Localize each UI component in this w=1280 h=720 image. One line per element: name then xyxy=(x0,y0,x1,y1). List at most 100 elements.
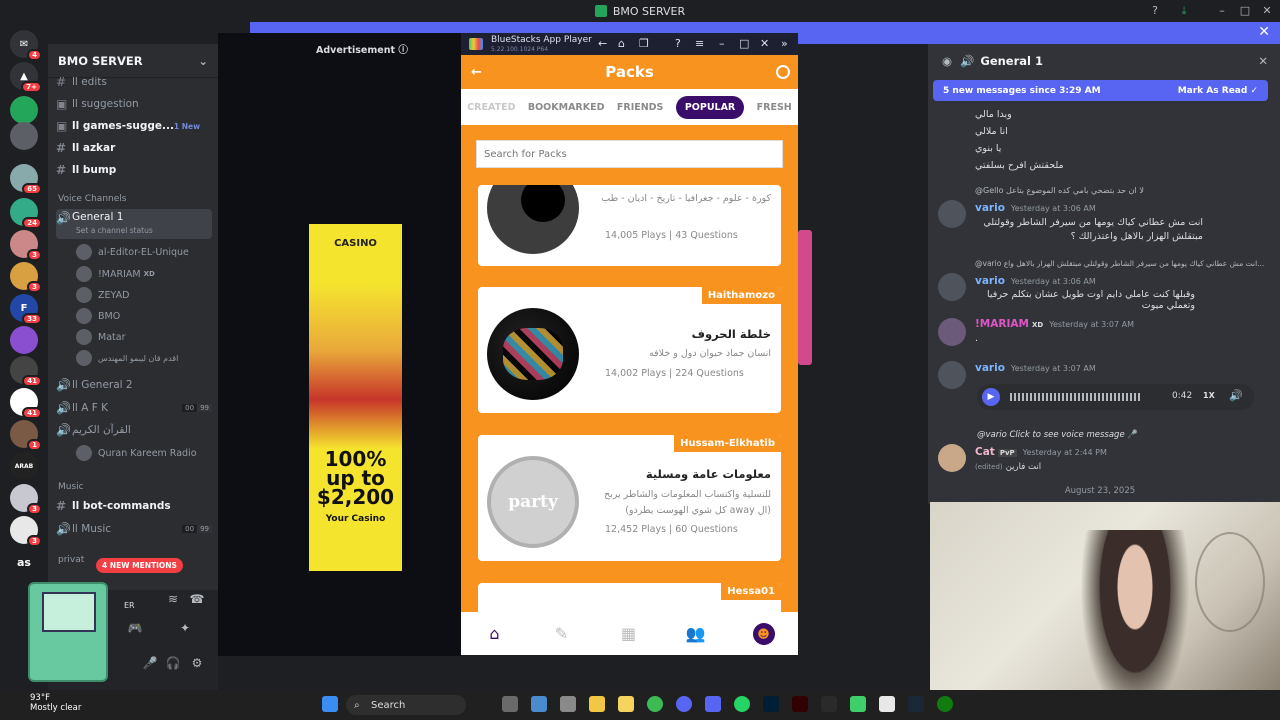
voice-user[interactable]: ZEYAD xyxy=(76,285,129,305)
start-windows-icon[interactable] xyxy=(322,696,338,712)
channel-item[interactable]: ▣ ll suggestion xyxy=(56,94,212,114)
new-mentions-pill[interactable]: 4 NEW MENTIONS xyxy=(96,558,183,573)
search-packs-input[interactable] xyxy=(476,140,783,168)
reply-preview[interactable]: @Gello لا ان حد بتضحي بامي كده الموضوع ب… xyxy=(975,186,1144,195)
sidebar-toggle-icon[interactable]: » xyxy=(781,37,788,50)
taskbar-search[interactable]: ⌕ Search xyxy=(346,695,466,715)
avatar[interactable] xyxy=(938,444,966,472)
server-icon[interactable]: 41 xyxy=(10,388,42,419)
download-icon[interactable]: ⤓ xyxy=(1176,3,1192,19)
tab-friends[interactable]: FRIENDS xyxy=(617,102,664,113)
disconnect-icon[interactable]: ☎ xyxy=(189,592,205,608)
mic-icon[interactable]: 🎤 xyxy=(142,656,158,672)
avatar[interactable] xyxy=(938,318,966,346)
pack-author[interactable]: Haithamozo xyxy=(701,287,781,304)
close-panel-icon[interactable]: ✕ xyxy=(1258,54,1268,68)
avatar[interactable] xyxy=(938,273,966,301)
channel-item[interactable]: # ll azkar xyxy=(56,138,212,158)
avatar[interactable] xyxy=(938,361,966,389)
voice-channel-active[interactable]: 🔊 General 1 Set a channel status xyxy=(56,209,212,239)
tab-fresh[interactable]: FRESH xyxy=(757,102,792,113)
whatsapp-icon[interactable] xyxy=(734,696,750,712)
voice-user[interactable]: al-Editor-EL-Unique xyxy=(76,242,189,262)
side-panel-tab[interactable] xyxy=(798,230,812,365)
reply-preview[interactable]: @vario انت مش عطاني كياك يومها من سيرفر … xyxy=(975,259,1265,268)
server-icon[interactable]: ARAB xyxy=(10,452,38,480)
server-icon-as[interactable]: as xyxy=(10,548,38,576)
close-icon[interactable]: ✕ xyxy=(760,37,769,50)
task-view-icon[interactable] xyxy=(502,696,518,712)
voice-user[interactable]: BMO xyxy=(76,306,120,326)
private-category[interactable]: privat xyxy=(58,555,84,565)
voice-user[interactable]: Quran Kareem Radio xyxy=(76,443,197,463)
help-circle-icon[interactable]: ? xyxy=(675,37,681,50)
server-icon[interactable]: 41 xyxy=(10,356,42,387)
menu-icon[interactable]: ≡ xyxy=(695,37,704,50)
notifications-icon[interactable]: ▲ 7+ xyxy=(10,62,42,93)
activity-icon[interactable]: 🎮 xyxy=(127,621,143,637)
back-arrow-icon[interactable]: ← xyxy=(598,37,607,50)
minimize-icon[interactable]: – xyxy=(1214,3,1230,19)
photoshop-icon[interactable] xyxy=(763,696,779,712)
discord-home-icon[interactable]: ✉ 4 xyxy=(10,30,42,61)
channel-status[interactable]: Set a channel status xyxy=(76,226,153,235)
server-icon[interactable]: 3 xyxy=(10,516,42,547)
settings-icon[interactable] xyxy=(560,696,576,712)
server-icon[interactable]: 3 xyxy=(10,484,42,515)
friends-icon[interactable]: 👥 xyxy=(686,624,706,644)
reply-preview[interactable]: @vario Click to see voice message 🎤 xyxy=(977,430,1138,440)
file-explorer-icon[interactable] xyxy=(589,696,605,712)
channel-item[interactable]: # ll bot-commands xyxy=(56,496,212,516)
pack-author[interactable]: Hussam-Elkhatib xyxy=(674,435,781,452)
maximize-icon[interactable]: □ xyxy=(739,37,749,50)
home-icon[interactable]: ⌂ xyxy=(485,624,505,644)
store-icon[interactable]: ▦ xyxy=(619,624,639,644)
music-category[interactable]: Music xyxy=(58,482,84,492)
voice-channel[interactable]: 🔊 ll A F K 00 99 xyxy=(56,398,212,418)
server-icon[interactable]: F 33 xyxy=(10,294,42,325)
message-author[interactable]: !MARIAM xyxy=(975,318,1029,330)
message-author[interactable]: vario xyxy=(975,275,1005,287)
edit-icon[interactable]: ✎ xyxy=(552,624,572,644)
voice-channel[interactable]: 🔊 القرآن الكريم xyxy=(56,420,212,440)
pack-card[interactable]: Hussam-Elkhatib party معلومات عامة ومسلي… xyxy=(478,435,781,561)
multi-instance-icon[interactable]: ❐ xyxy=(639,37,649,50)
voice-user[interactable]: Matar xyxy=(76,327,125,347)
back-arrow-icon[interactable]: ← xyxy=(471,65,482,80)
epic-games-icon[interactable] xyxy=(821,696,837,712)
server-icon[interactable] xyxy=(10,96,38,124)
voice-user[interactable]: اقدم قان ليبمو المهندس xyxy=(76,348,178,368)
notes-icon[interactable] xyxy=(618,696,634,712)
pack-card[interactable]: Haithamozo خلطة الحروف انسان جماد حيوان … xyxy=(478,287,781,413)
chrome-icon[interactable] xyxy=(647,696,663,712)
effects-icon[interactable]: ✦ xyxy=(177,621,193,637)
close-window-icon[interactable]: ✕ xyxy=(1259,3,1275,19)
mark-as-read-button[interactable]: Mark As Read ✓ xyxy=(1178,86,1258,96)
headphones-icon[interactable]: 🎧 xyxy=(165,656,181,672)
server-icon[interactable] xyxy=(10,326,38,354)
voice-channel[interactable]: 🔊 ll Music 00 99 xyxy=(56,519,212,539)
avatar[interactable] xyxy=(938,200,966,228)
message-author[interactable]: Cat xyxy=(975,446,995,458)
server-icon[interactable]: 24 xyxy=(10,198,42,229)
camera-app-icon[interactable] xyxy=(531,696,547,712)
channel-item[interactable]: # ll bump xyxy=(56,160,212,180)
steam-icon[interactable] xyxy=(908,696,924,712)
help-icon[interactable]: ? xyxy=(1147,3,1163,19)
voice-category[interactable]: Voice Channels xyxy=(58,194,126,204)
illustrator-icon[interactable] xyxy=(792,696,808,712)
channel-item[interactable]: # ll edits xyxy=(56,72,212,92)
server-icon[interactable] xyxy=(10,122,38,150)
discord-icon[interactable] xyxy=(676,696,692,712)
discord-alt-icon[interactable] xyxy=(705,696,721,712)
tab-created[interactable]: CREATED xyxy=(467,102,515,113)
home-icon[interactable]: ⌂ xyxy=(618,37,625,50)
voice-user[interactable]: !MARIAM XD xyxy=(76,264,155,284)
channel-item[interactable]: ▣ ll games-sugge... 1 New xyxy=(56,116,212,136)
bluestacks-icon[interactable] xyxy=(850,696,866,712)
server-icon[interactable]: 1 xyxy=(10,420,42,451)
server-icon[interactable]: 3 xyxy=(10,262,42,293)
server-icon[interactable]: 65 xyxy=(10,164,42,195)
file-icon[interactable] xyxy=(879,696,895,712)
casino-ad-banner[interactable]: CASINO 100% up to $2,200 Your Casino xyxy=(309,224,402,571)
